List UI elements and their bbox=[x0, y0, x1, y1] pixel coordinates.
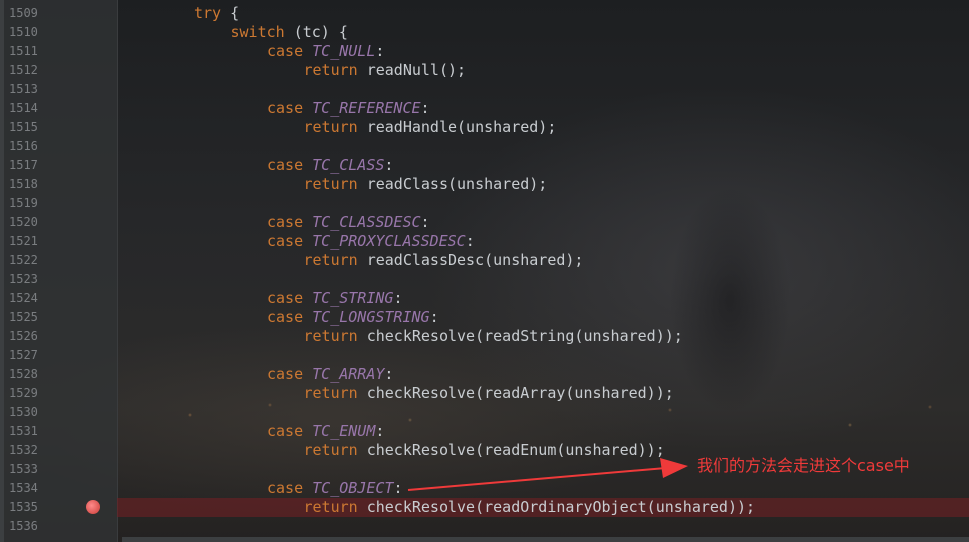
horizontal-scrollbar[interactable] bbox=[122, 537, 969, 542]
annotation-text: 我们的方法会走进这个case中 bbox=[697, 456, 910, 475]
